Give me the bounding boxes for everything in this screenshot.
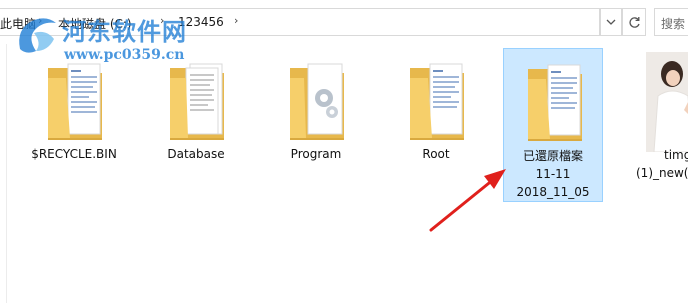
file-item-label: timg (1)_new(1 xyxy=(626,146,688,182)
folder-icon xyxy=(410,63,464,140)
folder-icon xyxy=(48,63,102,140)
search-input[interactable]: 搜索 xyxy=(654,8,688,36)
file-item-label: Database xyxy=(167,147,225,161)
file-item-image[interactable]: timg (1)_new(1 xyxy=(626,48,688,198)
navigation-pane-edge xyxy=(0,44,7,303)
chevron-down-icon xyxy=(606,19,616,25)
label-line: 11-11 xyxy=(535,167,571,181)
file-item-label: 已還原檔案 11-11 2018_11_05 xyxy=(504,147,602,201)
file-item-label: Root xyxy=(422,147,450,161)
label-line: (1)_new(1 xyxy=(636,166,688,180)
label-line: 已還原檔案 xyxy=(522,149,583,163)
folder-icon xyxy=(290,63,344,140)
folder-icon xyxy=(170,63,224,140)
file-item-database[interactable]: Database xyxy=(146,48,246,198)
refresh-icon xyxy=(628,16,640,28)
label-line: 2018_11_05 xyxy=(516,185,590,199)
address-dropdown-button[interactable] xyxy=(600,8,622,36)
breadcrumb-separator[interactable]: › xyxy=(234,14,238,27)
file-item-recycle-bin[interactable]: $RECYCLE.BIN xyxy=(24,48,124,198)
file-item-restored-files[interactable]: 已還原檔案 11-11 2018_11_05 xyxy=(503,48,603,202)
search-placeholder: 搜索 xyxy=(661,17,686,31)
watermark-title: 河东软件网 xyxy=(62,17,187,46)
watermark-logo xyxy=(19,18,56,53)
refresh-button[interactable] xyxy=(622,8,646,36)
file-item-program[interactable]: Program xyxy=(266,48,366,198)
label-line: timg xyxy=(664,148,688,162)
file-item-label: Program xyxy=(290,147,342,161)
image-thumbnail xyxy=(632,52,688,152)
watermark-url: www.pc0359.cn xyxy=(64,47,185,63)
file-item-label: $RECYCLE.BIN xyxy=(31,147,117,161)
folder-icon xyxy=(528,64,582,141)
file-item-root[interactable]: Root xyxy=(386,48,486,198)
